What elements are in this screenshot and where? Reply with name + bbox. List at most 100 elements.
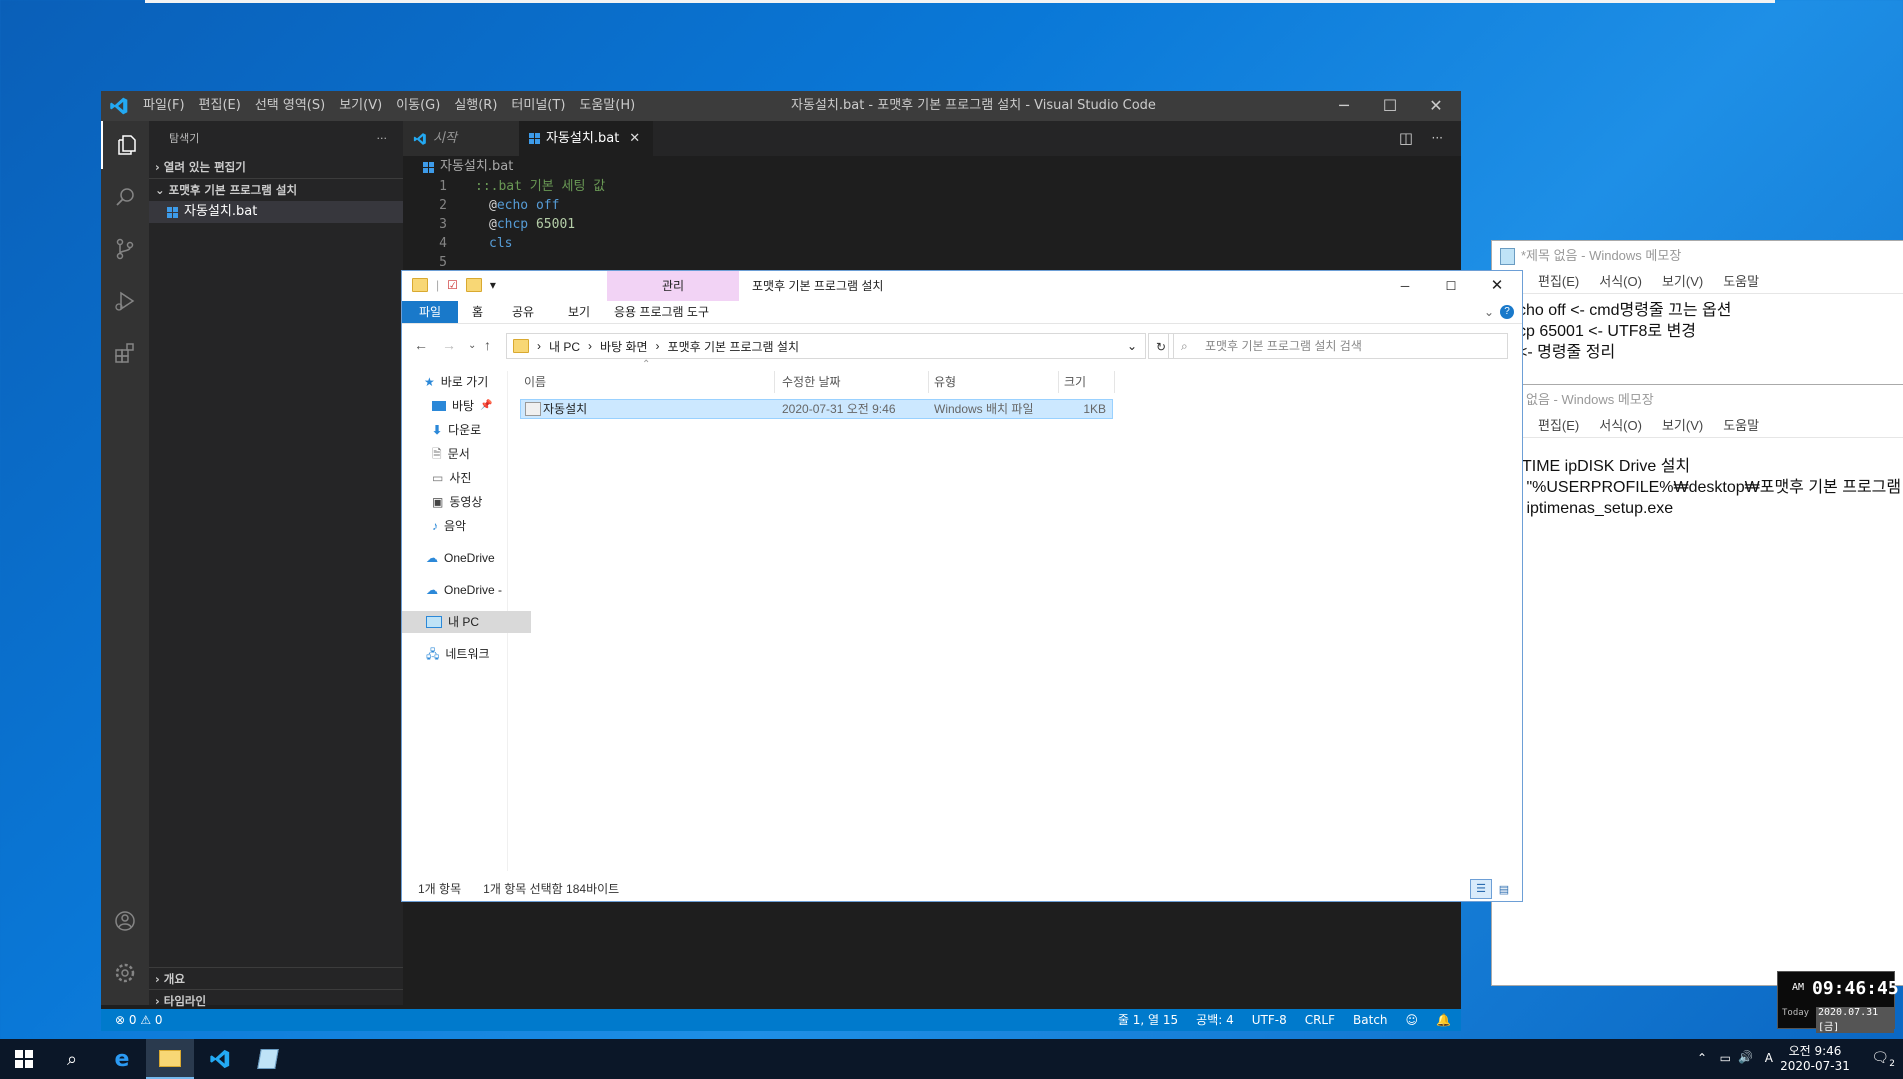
menu-edit[interactable]: 편집(E): [199, 91, 241, 121]
maximize-button[interactable]: ☐: [1367, 91, 1413, 121]
more-actions-icon[interactable]: ···: [1432, 121, 1443, 156]
tab-start[interactable]: 시작: [403, 121, 527, 156]
nav-downloads[interactable]: ⬇ 다운로: [402, 419, 537, 441]
notepad-taskbar-icon[interactable]: [244, 1039, 292, 1079]
recent-chevron-icon[interactable]: ⌄: [468, 340, 476, 351]
file-explorer-icon[interactable]: [146, 1039, 194, 1079]
properties-icon[interactable]: ☑: [447, 278, 458, 292]
gear-icon[interactable]: [101, 949, 149, 997]
menu-help[interactable]: 도움말(H): [579, 91, 635, 121]
menu-run[interactable]: 실행(R): [454, 91, 497, 121]
minimize-button[interactable]: ─: [1382, 271, 1428, 301]
search-icon[interactable]: ⌕: [48, 1039, 96, 1079]
menu-edit[interactable]: 편집(E): [1538, 271, 1579, 293]
menu-help[interactable]: 도움말: [1723, 271, 1759, 293]
explorer-titlebar[interactable]: | ☑ ▾ 관리 포맷후 기본 프로그램 설치 ─ ☐ ✕: [402, 271, 1522, 301]
nav-network[interactable]: 🖧 네트워크: [402, 643, 531, 665]
tab-app-tools[interactable]: 응용 프로그램 도구: [614, 301, 709, 323]
file-tree-item[interactable]: 자동설치.bat: [149, 201, 403, 223]
chevron-up-icon[interactable]: ⌃: [1697, 1051, 1707, 1065]
folder-section[interactable]: ⌄ 포맷후 기본 프로그램 설치: [149, 178, 403, 201]
source-control-icon[interactable]: [101, 225, 149, 273]
nav-quick-access[interactable]: ★ 바로 가기: [402, 371, 529, 393]
manage-tab[interactable]: 관리: [607, 271, 739, 301]
nav-onedrive[interactable]: ☁ OneDrive: [402, 547, 531, 569]
new-folder-icon[interactable]: [465, 278, 482, 292]
ime-indicator[interactable]: A: [1765, 1051, 1773, 1065]
expand-ribbon-icon[interactable]: ⌄: [1484, 301, 1494, 323]
problems-indicator[interactable]: ⊗ 0 ⚠ 0: [115, 1009, 163, 1031]
tab-view[interactable]: 보기: [568, 301, 590, 323]
split-editor-icon[interactable]: ◫: [1399, 121, 1413, 156]
more-actions-icon[interactable]: ···: [377, 121, 388, 156]
vscode-titlebar[interactable]: 파일(F) 편집(E) 선택 영역(S) 보기(V) 이동(G) 실행(R) 터…: [101, 91, 1461, 121]
chevron-down-icon[interactable]: ⌄: [1127, 339, 1137, 353]
explorer-files-icon[interactable]: [101, 121, 151, 169]
notepad-window-2[interactable]: 없음 - Windows 메모장 편집(E) 서식(O) 보기(V) 도움말 T…: [1491, 384, 1903, 986]
notepad-titlebar[interactable]: *제목 없음 - Windows 메모장: [1492, 241, 1903, 271]
nav-pictures[interactable]: ▭ 사진: [402, 467, 537, 489]
details-view-icon[interactable]: ☰: [1470, 879, 1492, 899]
search-input[interactable]: ⌕ 포맷후 기본 프로그램 설치 검색: [1168, 333, 1508, 359]
line-ending[interactable]: CRLF: [1305, 1009, 1335, 1031]
notepad-titlebar[interactable]: 없음 - Windows 메모장: [1492, 385, 1903, 415]
indentation[interactable]: 공백: 4: [1196, 1009, 1234, 1031]
nav-this-pc[interactable]: 내 PC: [402, 611, 531, 633]
outline-section[interactable]: › 개요: [149, 967, 403, 989]
address-part[interactable]: 포맷후 기본 프로그램 설치: [668, 338, 799, 355]
timeline-section[interactable]: › 타임라인: [149, 989, 403, 1011]
close-tab-icon[interactable]: ✕: [629, 121, 640, 156]
account-icon[interactable]: [101, 897, 149, 945]
up-arrow-icon[interactable]: ↑: [484, 337, 491, 353]
tab-home[interactable]: 홈: [472, 301, 483, 323]
open-editors-section[interactable]: › 열려 있는 편집기: [149, 156, 403, 178]
nav-videos[interactable]: ▣ 동영상: [402, 491, 537, 513]
menu-help[interactable]: 도움말: [1723, 415, 1759, 437]
search-icon[interactable]: [101, 173, 149, 221]
cursor-position[interactable]: 줄 1, 열 15: [1118, 1009, 1178, 1031]
extensions-icon[interactable]: [101, 329, 149, 377]
menu-format[interactable]: 서식(O): [1599, 415, 1642, 437]
nav-documents[interactable]: 🗎 문서: [402, 443, 537, 465]
menu-terminal[interactable]: 터미널(T): [511, 91, 565, 121]
nav-music[interactable]: ♪ 음악: [402, 515, 537, 537]
address-part[interactable]: 내 PC: [549, 338, 580, 355]
large-icons-view-icon[interactable]: ▤: [1494, 881, 1514, 899]
file-row[interactable]: 자동설치 2020-07-31 오전 9:46 Windows 배치 파일 1K…: [520, 399, 1113, 419]
volume-icon[interactable]: 🔊: [1738, 1050, 1753, 1064]
edge-browser-icon[interactable]: e: [98, 1039, 146, 1079]
address-bar[interactable]: › 내 PC › 바탕 화면 › 포맷후 기본 프로그램 설치 ⌄: [506, 333, 1146, 359]
tab-share[interactable]: 공유: [512, 301, 534, 323]
close-button[interactable]: ✕: [1474, 271, 1520, 301]
notepad-text[interactable]: cho off <- cmd명령줄 끄는 옵션 cp 65001 <- UTF8로…: [1492, 294, 1903, 363]
menu-format[interactable]: 서식(O): [1599, 271, 1642, 293]
menu-selection[interactable]: 선택 영역(S): [255, 91, 325, 121]
tab-active-file[interactable]: 자동설치.bat ✕: [519, 121, 653, 156]
customize-toolbar-icon[interactable]: ▾: [490, 278, 496, 292]
nav-desktop[interactable]: 바탕 📌: [402, 395, 537, 417]
code-editor[interactable]: 1 ::.bat 기본 세팅 값 2 @ echo off 3 @ chcp 650…: [403, 177, 1303, 272]
help-icon[interactable]: ?: [1500, 305, 1514, 319]
taskbar-clock[interactable]: 오전 9:46 2020-07-31: [1777, 1042, 1853, 1073]
back-arrow-icon[interactable]: ←: [414, 337, 428, 353]
notepad-window-1[interactable]: *제목 없음 - Windows 메모장 편집(E) 서식(O) 보기(V) 도…: [1491, 240, 1903, 392]
forward-arrow-icon[interactable]: →: [442, 337, 456, 353]
menu-edit[interactable]: 편집(E): [1538, 415, 1579, 437]
menu-file[interactable]: 파일(F): [143, 91, 185, 121]
network-status-icon[interactable]: ▭: [1720, 1051, 1731, 1065]
maximize-button[interactable]: ☐: [1428, 271, 1474, 301]
menu-view[interactable]: 보기(V): [1662, 271, 1703, 293]
address-part[interactable]: 바탕 화면: [600, 338, 648, 355]
encoding[interactable]: UTF-8: [1252, 1009, 1287, 1031]
run-debug-icon[interactable]: [101, 277, 149, 325]
column-type[interactable]: 유형: [934, 371, 1059, 393]
menu-view[interactable]: 보기(V): [1662, 415, 1703, 437]
feedback-icon[interactable]: ☺: [1406, 1009, 1419, 1031]
action-center-icon[interactable]: 🗨: [1871, 1050, 1889, 1066]
menu-go[interactable]: 이동(G): [396, 91, 440, 121]
breadcrumb[interactable]: 자동설치.bat: [403, 156, 513, 178]
close-button[interactable]: ✕: [1413, 91, 1459, 121]
bell-icon[interactable]: 🔔: [1436, 1009, 1451, 1031]
nav-onedrive-business[interactable]: ☁ OneDrive -: [402, 579, 531, 601]
file-explorer-window[interactable]: | ☑ ▾ 관리 포맷후 기본 프로그램 설치 ─ ☐ ✕ 파일 홈 공유 보기…: [401, 270, 1523, 902]
